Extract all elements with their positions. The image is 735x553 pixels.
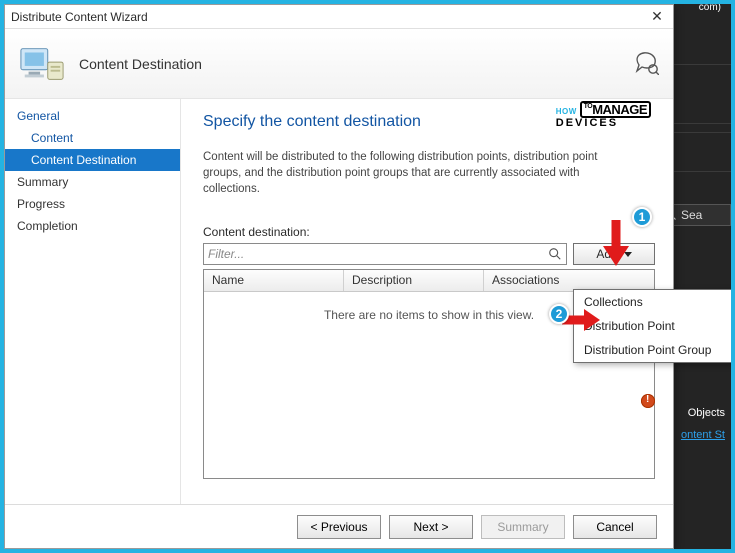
close-icon[interactable]: ✕ xyxy=(647,8,667,25)
screenshot-frame: com) Sea Objects ontent St Distribute Co… xyxy=(0,0,735,553)
wizard-titlebar: Distribute Content Wizard ✕ xyxy=(5,5,673,29)
column-name[interactable]: Name xyxy=(204,270,344,291)
wizard-title: Distribute Content Wizard xyxy=(11,10,148,24)
column-description[interactable]: Description xyxy=(344,270,484,291)
wizard-nav: General Content Content Destination Summ… xyxy=(5,99,181,504)
background-search-placeholder: Sea xyxy=(681,208,702,222)
nav-item-progress[interactable]: Progress xyxy=(5,193,180,215)
previous-button[interactable]: < Previous xyxy=(297,515,381,539)
cancel-button[interactable]: Cancel xyxy=(573,515,657,539)
background-objects-label: Objects xyxy=(688,407,725,419)
wizard-footer: < Previous Next > Summary Cancel xyxy=(5,504,673,548)
wizard-banner-title: Content Destination xyxy=(79,56,202,72)
nav-item-content-destination[interactable]: Content Destination xyxy=(5,149,180,171)
annotation-arrow-1 xyxy=(599,218,633,268)
watermark-logo: HOW TOMANAGE DEVICES xyxy=(556,101,651,129)
filter-row: Filter... Add xyxy=(203,243,655,265)
background-content-link[interactable]: ontent St xyxy=(681,429,725,441)
annotation-badge-1: 1 xyxy=(632,207,652,227)
filter-placeholder: Filter... xyxy=(208,247,548,261)
background-tag: com) xyxy=(699,2,721,13)
search-icon xyxy=(548,247,562,261)
nav-item-content[interactable]: Content xyxy=(5,127,180,149)
main-description: Content will be distributed to the follo… xyxy=(203,149,633,197)
annotation-badge-2: 2 xyxy=(549,304,569,324)
wizard-window: Distribute Content Wizard ✕ Content Dest… xyxy=(4,4,674,549)
wizard-banner: Content Destination xyxy=(5,29,673,99)
dropdown-option-distribution-point-group[interactable]: Distribution Point Group xyxy=(574,338,732,362)
content-destination-label: Content destination: xyxy=(203,225,655,239)
warning-icon xyxy=(641,394,655,408)
next-button[interactable]: Next > xyxy=(389,515,473,539)
summary-button[interactable]: Summary xyxy=(481,515,565,539)
nav-item-general[interactable]: General xyxy=(5,105,180,127)
wizard-icon xyxy=(19,44,65,84)
filter-input[interactable]: Filter... xyxy=(203,243,567,265)
nav-item-completion[interactable]: Completion xyxy=(5,215,180,237)
nav-item-summary[interactable]: Summary xyxy=(5,171,180,193)
help-icon[interactable] xyxy=(635,51,659,75)
